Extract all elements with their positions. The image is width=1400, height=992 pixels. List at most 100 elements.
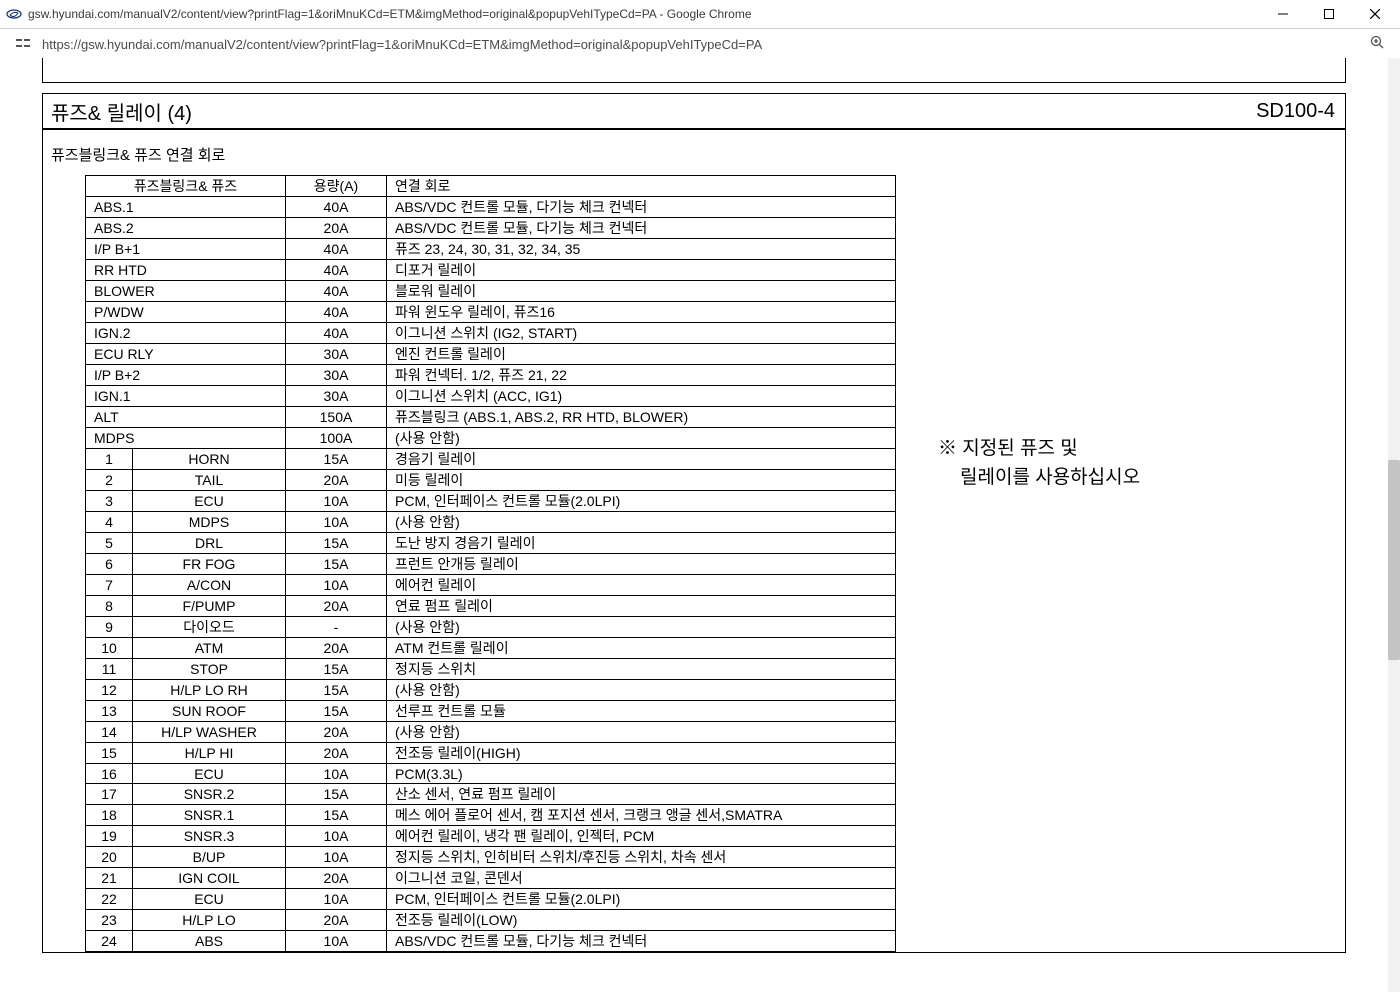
fuse-amp: 40A: [286, 323, 387, 344]
table-row: 12H/LP LO RH15A(사용 안함): [86, 680, 896, 701]
fuse-name: IGN.2: [86, 323, 286, 344]
scrollbar-thumb[interactable]: [1388, 460, 1400, 660]
fuse-number: 3: [86, 491, 133, 512]
fuse-name: MDPS: [86, 428, 286, 449]
fuse-circuit: 퓨즈 23, 24, 30, 31, 32, 34, 35: [387, 239, 896, 260]
fuse-name: ECU: [133, 491, 286, 512]
fuse-name: H/LP HI: [133, 743, 286, 764]
fuse-circuit: (사용 안함): [387, 512, 896, 533]
fuse-name: A/CON: [133, 575, 286, 596]
fuse-circuit: 정지등 스위치: [387, 659, 896, 680]
fuse-circuit: PCM, 인터페이스 컨트롤 모듈(2.0LPI): [387, 491, 896, 512]
fuse-name: ABS: [133, 931, 286, 952]
table-row: 19SNSR.310A에어컨 릴레이, 냉각 팬 릴레이, 인젝터, PCM: [86, 826, 896, 847]
fuse-circuit: (사용 안함): [387, 722, 896, 743]
window-title: gsw.hyundai.com/manualV2/content/view?pr…: [28, 7, 1260, 21]
fuse-amp: -: [286, 617, 387, 638]
col-fuse: 퓨즈블링크& 퓨즈: [86, 176, 286, 197]
fuse-name: ALT: [86, 407, 286, 428]
fuse-name: FR FOG: [133, 554, 286, 575]
prev-section-bottom: [42, 58, 1346, 83]
table-row: I/P B+140A퓨즈 23, 24, 30, 31, 32, 34, 35: [86, 239, 896, 260]
fuse-circuit: 도난 방지 경음기 릴레이: [387, 533, 896, 554]
fuse-circuit: 미등 릴레이: [387, 470, 896, 491]
url-text[interactable]: https://gsw.hyundai.com/manualV2/content…: [42, 37, 1368, 52]
window-maximize-button[interactable]: [1306, 0, 1352, 28]
table-row: 21IGN COIL20A이그니션 코일, 콘덴서: [86, 868, 896, 889]
fuse-amp: 10A: [286, 931, 387, 952]
fuse-circuit: PCM(3.3L): [387, 764, 896, 784]
fuse-number: 12: [86, 680, 133, 701]
fuse-number: 20: [86, 847, 133, 868]
fuse-circuit: 블로워 릴레이: [387, 281, 896, 302]
fuse-amp: 10A: [286, 575, 387, 596]
fuse-amp: 15A: [286, 784, 387, 805]
fuse-name: IGN COIL: [133, 868, 286, 889]
window-titlebar: gsw.hyundai.com/manualV2/content/view?pr…: [0, 0, 1400, 29]
table-row: 9다이오드-(사용 안함): [86, 617, 896, 638]
fuse-circuit: (사용 안함): [387, 680, 896, 701]
window-close-button[interactable]: [1352, 0, 1398, 28]
fuse-circuit: (사용 안함): [387, 428, 896, 449]
window-minimize-button[interactable]: [1260, 0, 1306, 28]
fuse-number: 4: [86, 512, 133, 533]
fuse-name: H/LP WASHER: [133, 722, 286, 743]
fuse-amp: 10A: [286, 764, 387, 784]
fuse-number: 2: [86, 470, 133, 491]
table-row: 14H/LP WASHER20A(사용 안함): [86, 722, 896, 743]
fuse-number: 22: [86, 889, 133, 910]
fuse-name: ECU: [133, 764, 286, 784]
fuse-amp: 15A: [286, 533, 387, 554]
table-row: ABS.220AABS/VDC 컨트롤 모듈, 다기능 체크 컨넥터: [86, 218, 896, 239]
fuse-amp: 15A: [286, 659, 387, 680]
fuse-number: 14: [86, 722, 133, 743]
fuse-number: 7: [86, 575, 133, 596]
fuse-amp: 20A: [286, 596, 387, 617]
fuse-name: ABS.1: [86, 197, 286, 218]
fuse-circuit: 이그니션 스위치 (IG2, START): [387, 323, 896, 344]
fuse-amp: 100A: [286, 428, 387, 449]
fuse-name: DRL: [133, 533, 286, 554]
fuse-amp: 30A: [286, 386, 387, 407]
table-row: 4MDPS10A(사용 안함): [86, 512, 896, 533]
fuse-name: HORN: [133, 449, 286, 470]
table-row: 10ATM20AATM 컨트롤 릴레이: [86, 638, 896, 659]
fuse-circuit: PCM, 인터페이스 컨트롤 모듈(2.0LPI): [387, 889, 896, 910]
fuse-name: 다이오드: [133, 617, 286, 638]
table-row: 16ECU10APCM(3.3L): [86, 764, 896, 784]
note-line-1: ※ 지정된 퓨즈 및: [938, 438, 1078, 459]
fuse-circuit: 전조등 릴레이(LOW): [387, 910, 896, 931]
fuse-circuit: 연료 펌프 릴레이: [387, 596, 896, 617]
fuse-circuit: 파워 윈도우 릴레이, 퓨즈16: [387, 302, 896, 323]
fuse-name: ABS.2: [86, 218, 286, 239]
table-row: ALT150A퓨즈블링크 (ABS.1, ABS.2, RR HTD, BLOW…: [86, 407, 896, 428]
fuse-amp: 10A: [286, 889, 387, 910]
fuse-number: 17: [86, 784, 133, 805]
table-row: 18SNSR.115A메스 에어 플로어 센서, 캠 포지션 센서, 크랭크 앵…: [86, 805, 896, 826]
fuse-name: IGN.1: [86, 386, 286, 407]
fuse-number: 19: [86, 826, 133, 847]
fuse-name: P/WDW: [86, 302, 286, 323]
fuse-name: SNSR.1: [133, 805, 286, 826]
note-line-2: 릴레이를 사용하십시오: [960, 467, 1140, 488]
fuse-amp: 40A: [286, 281, 387, 302]
fuse-number: 21: [86, 868, 133, 889]
fuse-amp: 10A: [286, 491, 387, 512]
fuse-amp: 20A: [286, 743, 387, 764]
fuse-circuit: 디포거 릴레이: [387, 260, 896, 281]
fuse-amp: 15A: [286, 701, 387, 722]
table-row: 20B/UP10A정지등 스위치, 인히비터 스위치/후진등 스위치, 차속 센…: [86, 847, 896, 868]
section-subheading: 퓨즈블링크& 퓨즈 연결 회로: [43, 130, 1345, 175]
table-row: 24ABS10AABS/VDC 컨트롤 모듈, 다기능 체크 컨넥터: [86, 931, 896, 952]
fuse-amp: 10A: [286, 512, 387, 533]
zoom-icon[interactable]: [1368, 35, 1386, 53]
fuse-circuit: ABS/VDC 컨트롤 모듈, 다기능 체크 컨넥터: [387, 218, 896, 239]
fuse-circuit: 에어컨 릴레이, 냉각 팬 릴레이, 인젝터, PCM: [387, 826, 896, 847]
fuse-number: 18: [86, 805, 133, 826]
fuse-circuit: 경음기 릴레이: [387, 449, 896, 470]
fuse-amp: 20A: [286, 218, 387, 239]
fuse-circuit: ATM 컨트롤 릴레이: [387, 638, 896, 659]
page-title: 퓨즈& 릴레이 (4): [43, 97, 1256, 126]
fuse-amp: 40A: [286, 197, 387, 218]
site-settings-icon[interactable]: [14, 35, 32, 54]
